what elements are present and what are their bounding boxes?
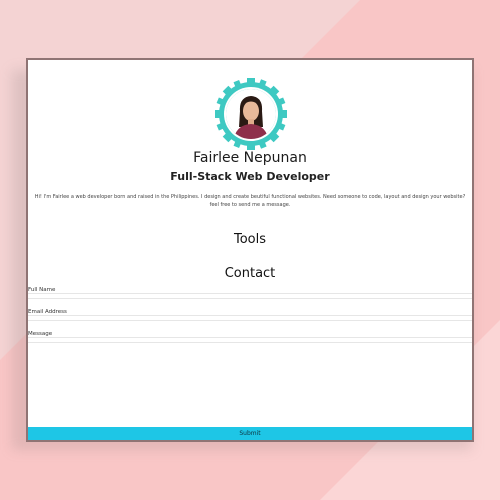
email-field[interactable] [28,315,472,321]
avatar [215,78,287,150]
submit-button[interactable]: Submit [28,427,472,440]
message-field[interactable] [28,337,472,343]
profile-photo [226,89,276,139]
browser-window: Fairlee Nepunan Full-Stack Web Developer… [26,58,474,442]
full-name-field[interactable] [28,293,472,299]
portfolio-page: Fairlee Nepunan Full-Stack Web Developer… [28,60,472,440]
profile-bio: Hi! I'm Fairlee a web developer born and… [34,194,466,208]
tools-heading: Tools [233,232,267,247]
contact-heading: Contact [224,266,276,281]
person-portrait-icon [226,89,276,139]
profile-name: Fairlee Nepunan [193,150,307,166]
profile-role: Full-Stack Web Developer [170,170,330,183]
